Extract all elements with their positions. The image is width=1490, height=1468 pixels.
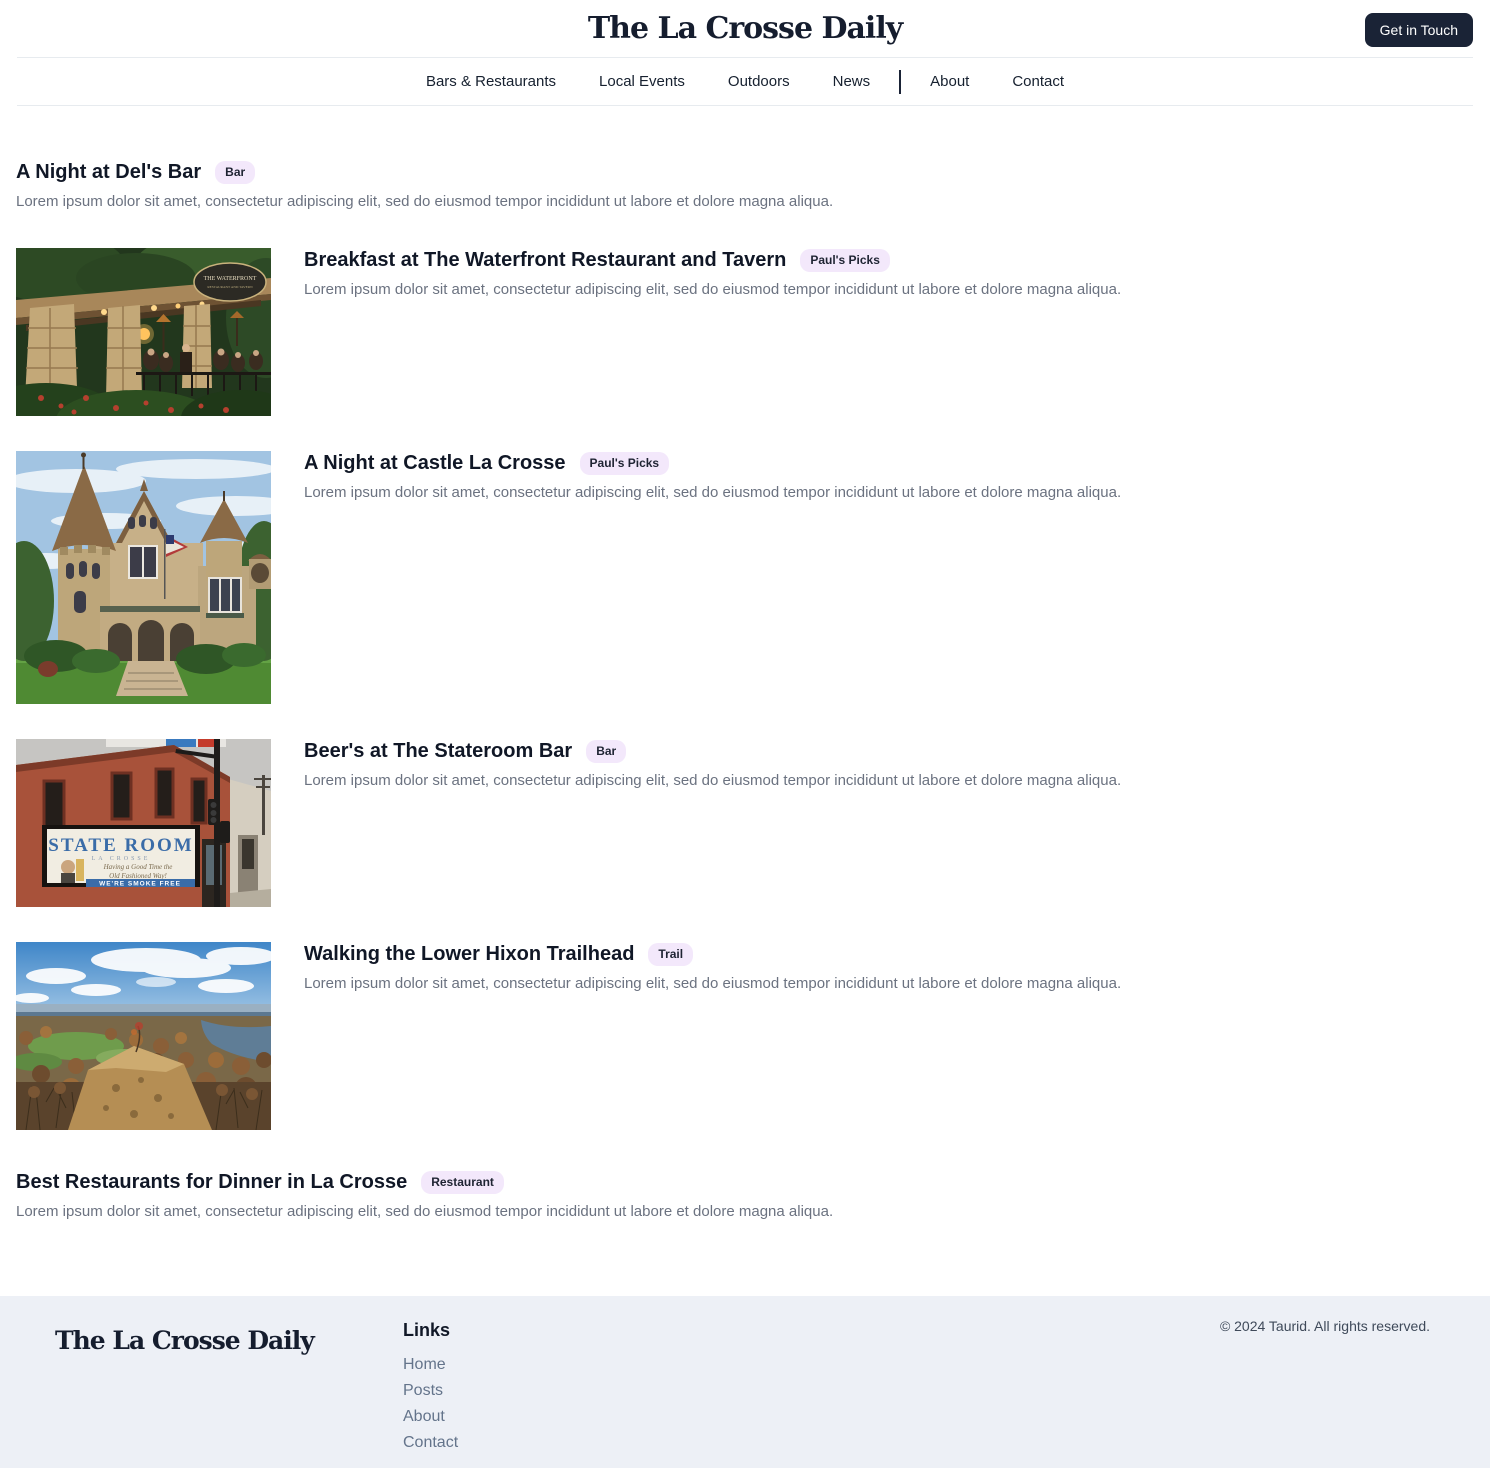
post-excerpt: Lorem ipsum dolor sit amet, consectetur … bbox=[304, 973, 1121, 995]
svg-text:WE'RE SMOKE FREE: WE'RE SMOKE FREE bbox=[99, 881, 181, 888]
post-image-hixon-overlook[interactable] bbox=[16, 942, 271, 1130]
svg-text:Having a Good Time the: Having a Good Time the bbox=[103, 863, 173, 871]
post-card: Walking the Lower Hixon Trailhead Trail … bbox=[16, 942, 1474, 1130]
nav-item-local-events[interactable]: Local Events bbox=[599, 73, 685, 90]
svg-text:Old Fashioned Way!: Old Fashioned Way! bbox=[109, 872, 167, 880]
post-title[interactable]: Beer's at The Stateroom Bar bbox=[304, 739, 572, 763]
post-image-castle[interactable] bbox=[16, 451, 271, 704]
post-excerpt: Lorem ipsum dolor sit amet, consectetur … bbox=[304, 482, 1121, 504]
nav-item-about[interactable]: About bbox=[930, 73, 969, 90]
post-excerpt: Lorem ipsum dolor sit amet, consectetur … bbox=[16, 1201, 1474, 1223]
post-category-badge[interactable]: Restaurant bbox=[421, 1171, 504, 1194]
svg-text:RESTAURANT AND TAVERN: RESTAURANT AND TAVERN bbox=[207, 285, 253, 289]
post-card: Best Restaurants for Dinner in La Crosse… bbox=[16, 1170, 1474, 1223]
footer-link-contact[interactable]: Contact bbox=[403, 1434, 458, 1451]
post-excerpt: Lorem ipsum dolor sit amet, consectetur … bbox=[304, 770, 1121, 792]
post-title[interactable]: Breakfast at The Waterfront Restaurant a… bbox=[304, 248, 786, 272]
footer-copyright: © 2024 Taurid. All rights reserved. bbox=[1220, 1318, 1430, 1334]
footer-logo[interactable]: The La Crosse Daily bbox=[55, 1326, 403, 1355]
post-card: A Night at Castle La Crosse Paul's Picks… bbox=[16, 451, 1474, 704]
post-category-badge[interactable]: Bar bbox=[586, 740, 626, 763]
nav-item-bars-restaurants[interactable]: Bars & Restaurants bbox=[426, 73, 556, 90]
footer-link-about[interactable]: About bbox=[403, 1408, 445, 1425]
nav-item-news[interactable]: News bbox=[833, 73, 871, 90]
post-category-badge[interactable]: Paul's Picks bbox=[800, 249, 890, 272]
post-image-stateroom[interactable]: STATE ROOM LA CROSSE Having a Good Time … bbox=[16, 739, 271, 907]
post-title[interactable]: A Night at Del's Bar bbox=[16, 160, 201, 184]
svg-text:STATE ROOM: STATE ROOM bbox=[48, 835, 193, 856]
post-card: A Night at Del's Bar Bar Lorem ipsum dol… bbox=[16, 160, 1474, 213]
post-category-badge[interactable]: Paul's Picks bbox=[580, 452, 670, 475]
post-excerpt: Lorem ipsum dolor sit amet, consectetur … bbox=[304, 279, 1121, 301]
nav-item-contact[interactable]: Contact bbox=[1012, 73, 1064, 90]
post-title[interactable]: Walking the Lower Hixon Trailhead bbox=[304, 942, 634, 966]
site-footer: The La Crosse Daily Links Home Posts Abo… bbox=[0, 1296, 1490, 1468]
post-category-badge[interactable]: Trail bbox=[648, 943, 693, 966]
post-title[interactable]: A Night at Castle La Crosse bbox=[304, 451, 566, 475]
post-title[interactable]: Best Restaurants for Dinner in La Crosse bbox=[16, 1170, 407, 1194]
nav-divider bbox=[899, 70, 901, 94]
posts-list: A Night at Del's Bar Bar Lorem ipsum dol… bbox=[0, 106, 1490, 1296]
footer-links-block: Links Home Posts About Contact bbox=[403, 1320, 458, 1457]
footer-link-home[interactable]: Home bbox=[403, 1356, 446, 1373]
post-category-badge[interactable]: Bar bbox=[215, 161, 255, 184]
nav-item-outdoors[interactable]: Outdoors bbox=[728, 73, 790, 90]
footer-links-title: Links bbox=[403, 1320, 458, 1341]
main-nav: Bars & Restaurants Local Events Outdoors… bbox=[0, 58, 1490, 105]
site-logo[interactable]: The La Crosse Daily bbox=[588, 11, 902, 46]
post-card: STATE ROOM LA CROSSE Having a Good Time … bbox=[16, 739, 1474, 907]
footer-link-posts[interactable]: Posts bbox=[403, 1382, 443, 1399]
post-excerpt: Lorem ipsum dolor sit amet, consectetur … bbox=[16, 191, 1474, 213]
svg-text:THE WATERFRONT: THE WATERFRONT bbox=[204, 276, 257, 282]
post-card: THE WATERFRONT RESTAURANT AND TAVERN bbox=[16, 248, 1474, 416]
svg-text:LA CROSSE: LA CROSSE bbox=[92, 856, 151, 862]
site-header: The La Crosse Daily Get in Touch bbox=[0, 0, 1490, 57]
get-in-touch-button[interactable]: Get in Touch bbox=[1365, 13, 1473, 47]
post-image-waterfront-patio[interactable]: THE WATERFRONT RESTAURANT AND TAVERN bbox=[16, 248, 271, 416]
